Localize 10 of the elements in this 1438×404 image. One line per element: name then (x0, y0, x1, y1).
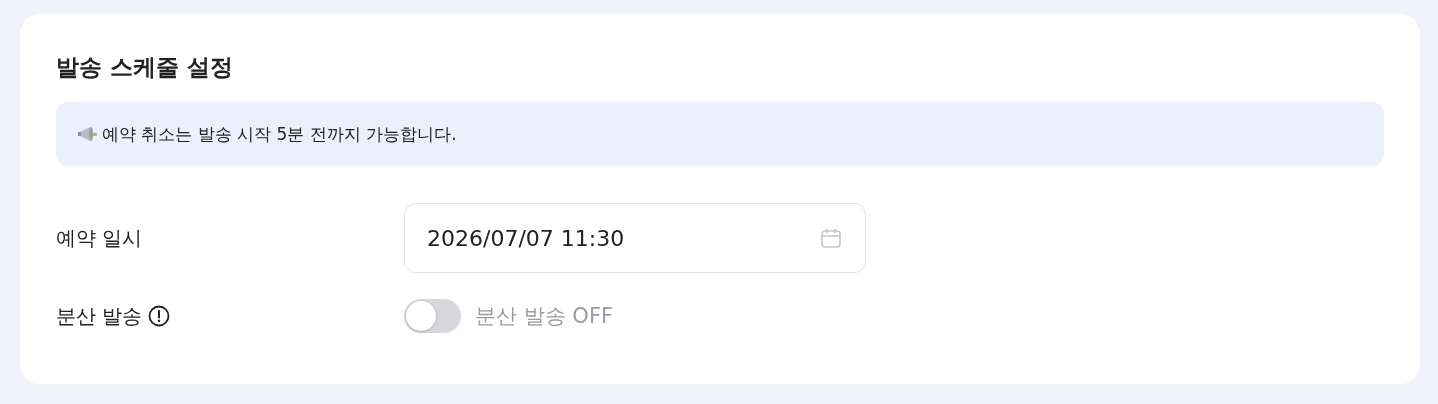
megaphone-icon (78, 125, 98, 143)
toggle-switch[interactable] (404, 299, 461, 333)
toggle-status: 분산 발송 OFF (475, 303, 614, 330)
info-icon[interactable] (148, 305, 171, 327)
field-label: 분산 발송 (56, 302, 143, 330)
date-time-field[interactable]: 2026/07/07 11:30 (404, 203, 866, 273)
calendar-icon (819, 226, 843, 250)
field-label: 예약 일시 (56, 224, 144, 252)
notice-text: 예약 취소는 발송 시작 5분 전까지 가능합니다. (102, 122, 457, 146)
section-title: 발송 스케줄 설정 (56, 53, 234, 82)
